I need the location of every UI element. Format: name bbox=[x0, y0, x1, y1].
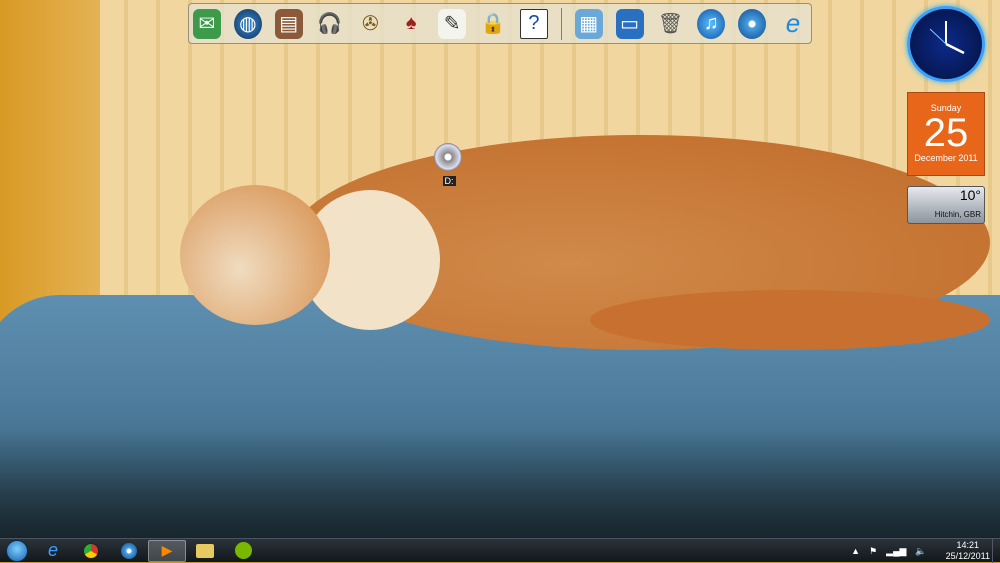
taskbar-spotify[interactable] bbox=[224, 540, 262, 562]
calendar-gadget[interactable]: Sunday 25 December 2011 bbox=[907, 92, 985, 176]
globe-icon[interactable]: ◍ bbox=[233, 8, 262, 39]
folder-icon bbox=[196, 543, 214, 558]
drive-d-icon[interactable]: D: bbox=[434, 143, 464, 186]
weather-gadget[interactable]: 10° Hitchin, GBR bbox=[907, 186, 985, 224]
books-icon[interactable]: ▤ bbox=[274, 8, 303, 39]
help-icon[interactable]: ? bbox=[519, 8, 548, 39]
taskbar-internet-explorer[interactable]: e bbox=[34, 540, 72, 562]
volume-icon[interactable]: 🔈 bbox=[915, 546, 926, 557]
itunes-icon[interactable]: ♫ bbox=[697, 8, 726, 39]
calendar-month-year: December 2011 bbox=[914, 153, 978, 163]
film-reel-icon[interactable]: ✇ bbox=[356, 9, 384, 39]
internet-explorer-icon: e bbox=[47, 540, 58, 560]
weather-temp: 10° bbox=[959, 187, 981, 203]
tray-date: 25/12/2011 bbox=[945, 551, 990, 561]
wallpaper-shadow bbox=[0, 430, 1000, 540]
windows-logo-icon bbox=[6, 539, 28, 562]
dock-separator bbox=[560, 7, 562, 40]
wallpaper-wall-shadow bbox=[0, 0, 100, 330]
notepad-icon[interactable]: ✎ bbox=[438, 8, 467, 39]
spotify-icon bbox=[234, 542, 252, 559]
tray-time: 14:21 bbox=[956, 540, 980, 550]
network-signal-icon[interactable]: ▂▄▆ bbox=[886, 546, 906, 557]
taskbar-media-player[interactable]: ▶ bbox=[148, 539, 186, 562]
drive-label: D: bbox=[442, 176, 456, 186]
weather-city: Hitchin, GBR bbox=[934, 210, 981, 219]
show-hidden-icons-icon[interactable]: ▲ bbox=[851, 546, 860, 556]
taskbar-chrome[interactable] bbox=[72, 540, 110, 562]
padlock-icon[interactable]: 🔒 bbox=[479, 9, 507, 39]
mail-icon[interactable]: ✉ bbox=[193, 8, 221, 39]
calendar-day: 25 bbox=[923, 111, 969, 155]
clock-hands-icon bbox=[929, 21, 965, 55]
games-cards-icon[interactable]: ♠ bbox=[397, 9, 425, 39]
computer-icon[interactable]: ▭ bbox=[615, 8, 644, 39]
headphones-icon[interactable]: 🎧 bbox=[316, 9, 344, 39]
system-tray: ▲ ⚑ ▂▄▆ 🔈 14:21 25/12/2011 bbox=[851, 539, 990, 563]
recycle-bin-icon[interactable]: 🗑 bbox=[657, 9, 685, 39]
taskbar: e ▶ ▲ ⚑ ▂▄▆ 🔈 14:21 25/12/2011 bbox=[0, 538, 1000, 563]
start-button[interactable] bbox=[0, 539, 34, 563]
taskbar-safari[interactable] bbox=[110, 540, 148, 562]
wallpaper-cat-tail bbox=[590, 290, 990, 350]
internet-explorer-icon[interactable]: e bbox=[779, 8, 807, 39]
dock-bar: ✉ ◍ ▤ 🎧 ✇ ♠ ✎ 🔒 ? ▦ ▭ 🗑 ♫ e bbox=[188, 3, 812, 44]
chrome-icon bbox=[83, 542, 99, 559]
taskbar-windows-explorer[interactable] bbox=[186, 540, 224, 562]
wallpaper-cat-head bbox=[180, 185, 330, 325]
clock[interactable]: 14:21 25/12/2011 bbox=[946, 540, 990, 562]
clock-gadget[interactable] bbox=[907, 6, 985, 82]
disc-icon bbox=[434, 143, 462, 171]
safari-icon[interactable] bbox=[738, 8, 767, 39]
show-desktop-button[interactable] bbox=[992, 539, 1000, 563]
action-center-flag-icon[interactable]: ⚑ bbox=[869, 546, 877, 557]
safari-icon bbox=[121, 542, 137, 559]
control-panel-icon[interactable]: ▦ bbox=[574, 8, 603, 39]
media-player-icon: ▶ bbox=[161, 542, 173, 558]
